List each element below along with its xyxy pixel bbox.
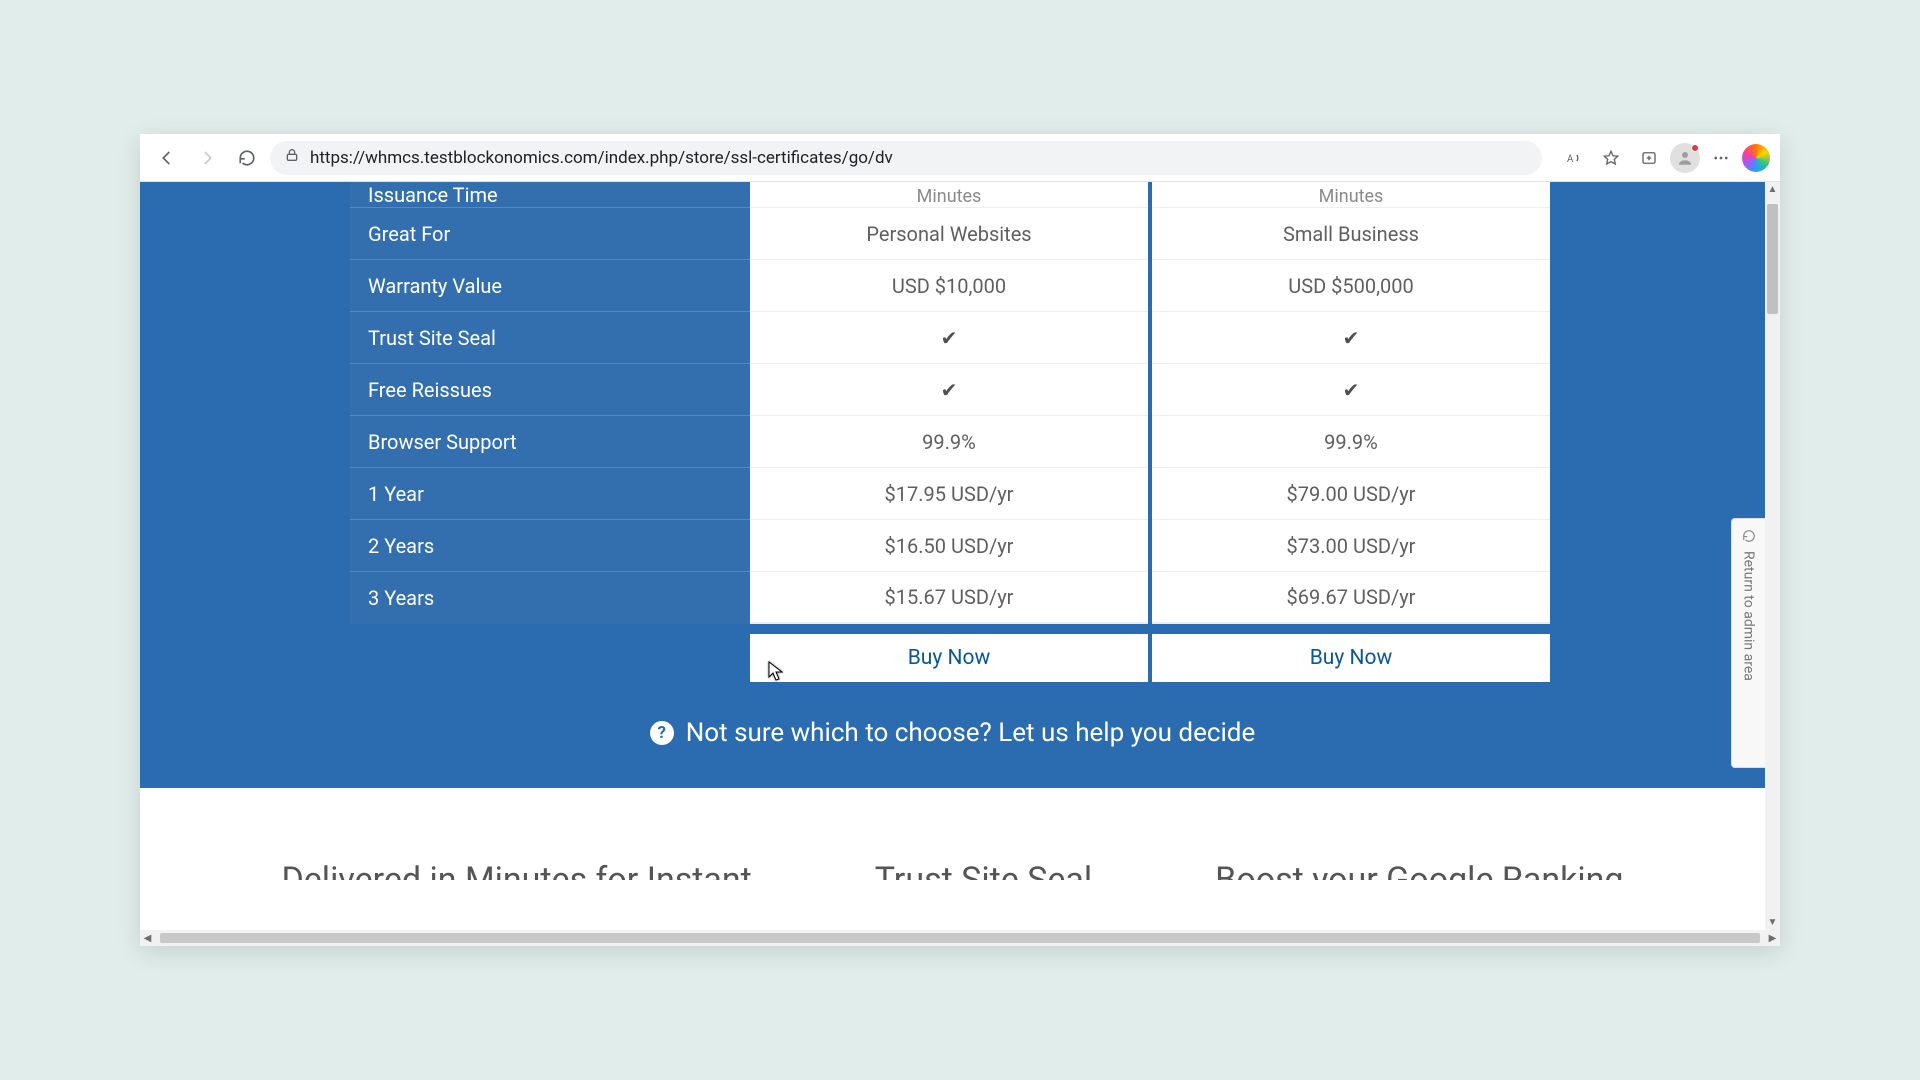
toolbar-right: A — [1556, 141, 1770, 175]
feature-label: Great For — [350, 208, 750, 260]
plan-column-1: Minutes Personal Websites USD $10,000 ✔ … — [750, 182, 1148, 624]
refresh-button[interactable] — [230, 141, 264, 175]
question-icon: ? — [650, 721, 674, 745]
scroll-down-icon[interactable]: ▼ — [1765, 915, 1780, 930]
forward-button[interactable] — [190, 141, 224, 175]
pricing-section: Issuance Time Great For Warranty Value T… — [140, 182, 1765, 788]
feature-labels-column: Issuance Time Great For Warranty Value T… — [350, 182, 750, 624]
scroll-thumb[interactable] — [1767, 204, 1778, 314]
svg-text:A: A — [1567, 153, 1574, 164]
back-button[interactable] — [150, 141, 184, 175]
feature-label: 3 Years — [350, 572, 750, 624]
feature-label: Issuance Time — [350, 182, 750, 208]
check-icon: ✔ — [941, 378, 958, 402]
plan-value: ✔ — [1152, 364, 1550, 416]
feature-label: Free Reissues — [350, 364, 750, 416]
favorite-icon[interactable] — [1594, 141, 1628, 175]
scroll-up-icon[interactable]: ▲ — [1765, 182, 1780, 197]
plan-value: 99.9% — [1152, 416, 1550, 468]
return-to-admin-label: Return to admin area — [1741, 551, 1757, 681]
plan-value: $15.67 USD/yr — [750, 572, 1148, 624]
plan-value: $69.67 USD/yr — [1152, 572, 1550, 624]
page-viewport: Issuance Time Great For Warranty Value T… — [140, 182, 1780, 946]
notification-dot — [1691, 144, 1699, 152]
buy-now-button-2[interactable]: Buy Now — [1152, 634, 1550, 682]
plan-value: ✔ — [750, 312, 1148, 364]
plan-value: Minutes — [1152, 182, 1550, 208]
feature-label: Trust Site Seal — [350, 312, 750, 364]
profile-avatar[interactable] — [1670, 143, 1700, 173]
features-row: Delivered in Minutes for Instant Trust S… — [140, 788, 1765, 900]
plan-value: Small Business — [1152, 208, 1550, 260]
feature-label: 2 Years — [350, 520, 750, 572]
plan-value: USD $10,000 — [750, 260, 1148, 312]
return-to-admin-tab[interactable]: Return to admin area — [1731, 518, 1765, 768]
plan-value: $73.00 USD/yr — [1152, 520, 1550, 572]
address-bar[interactable]: https://whmcs.testblockonomics.com/index… — [270, 141, 1542, 175]
comparison-table: Issuance Time Great For Warranty Value T… — [350, 182, 1555, 624]
feature-heading: Delivered in Minutes for Instant — [281, 860, 751, 900]
plan-value: Minutes — [750, 182, 1148, 208]
page-content: Issuance Time Great For Warranty Value T… — [140, 182, 1765, 930]
feature-label: 1 Year — [350, 468, 750, 520]
copilot-icon[interactable] — [1742, 144, 1770, 172]
plan-value: Personal Websites — [750, 208, 1148, 260]
scroll-left-icon[interactable]: ◀ — [140, 930, 155, 946]
read-aloud-icon[interactable]: A — [1556, 141, 1590, 175]
help-text: Not sure which to choose? Let us help yo… — [686, 718, 1256, 748]
vertical-scrollbar[interactable]: ▲ ▼ — [1765, 182, 1780, 930]
url-text: https://whmcs.testblockonomics.com/index… — [310, 148, 893, 168]
plan-value: $17.95 USD/yr — [750, 468, 1148, 520]
plan-value: 99.9% — [750, 416, 1148, 468]
lock-icon — [284, 147, 300, 168]
check-icon: ✔ — [941, 326, 958, 350]
help-choose-link[interactable]: ? Not sure which to choose? Let us help … — [350, 718, 1555, 748]
refresh-icon — [1742, 529, 1756, 543]
feature-heading: Trust Site Seal — [875, 860, 1092, 900]
check-icon: ✔ — [1343, 326, 1360, 350]
feature-label: Warranty Value — [350, 260, 750, 312]
plan-column-2: Minutes Small Business USD $500,000 ✔ ✔ … — [1152, 182, 1550, 624]
check-icon: ✔ — [1343, 378, 1360, 402]
plan-value: USD $500,000 — [1152, 260, 1550, 312]
feature-heading: Boost your Google Ranking — [1215, 860, 1623, 900]
plan-value: $16.50 USD/yr — [750, 520, 1148, 572]
feature-label: Browser Support — [350, 416, 750, 468]
plan-value: ✔ — [1152, 312, 1550, 364]
buy-row: Buy Now Buy Now — [350, 634, 1555, 682]
collections-icon[interactable] — [1632, 141, 1666, 175]
scroll-thumb[interactable] — [160, 933, 1760, 943]
plan-value: $79.00 USD/yr — [1152, 468, 1550, 520]
scroll-right-icon[interactable]: ▶ — [1765, 930, 1780, 946]
more-menu-icon[interactable] — [1704, 141, 1738, 175]
plan-value: ✔ — [750, 364, 1148, 416]
horizontal-scrollbar[interactable]: ◀ ▶ — [140, 930, 1780, 946]
buy-now-button-1[interactable]: Buy Now — [750, 634, 1148, 682]
browser-window: https://whmcs.testblockonomics.com/index… — [140, 134, 1780, 946]
browser-toolbar: https://whmcs.testblockonomics.com/index… — [140, 134, 1780, 182]
